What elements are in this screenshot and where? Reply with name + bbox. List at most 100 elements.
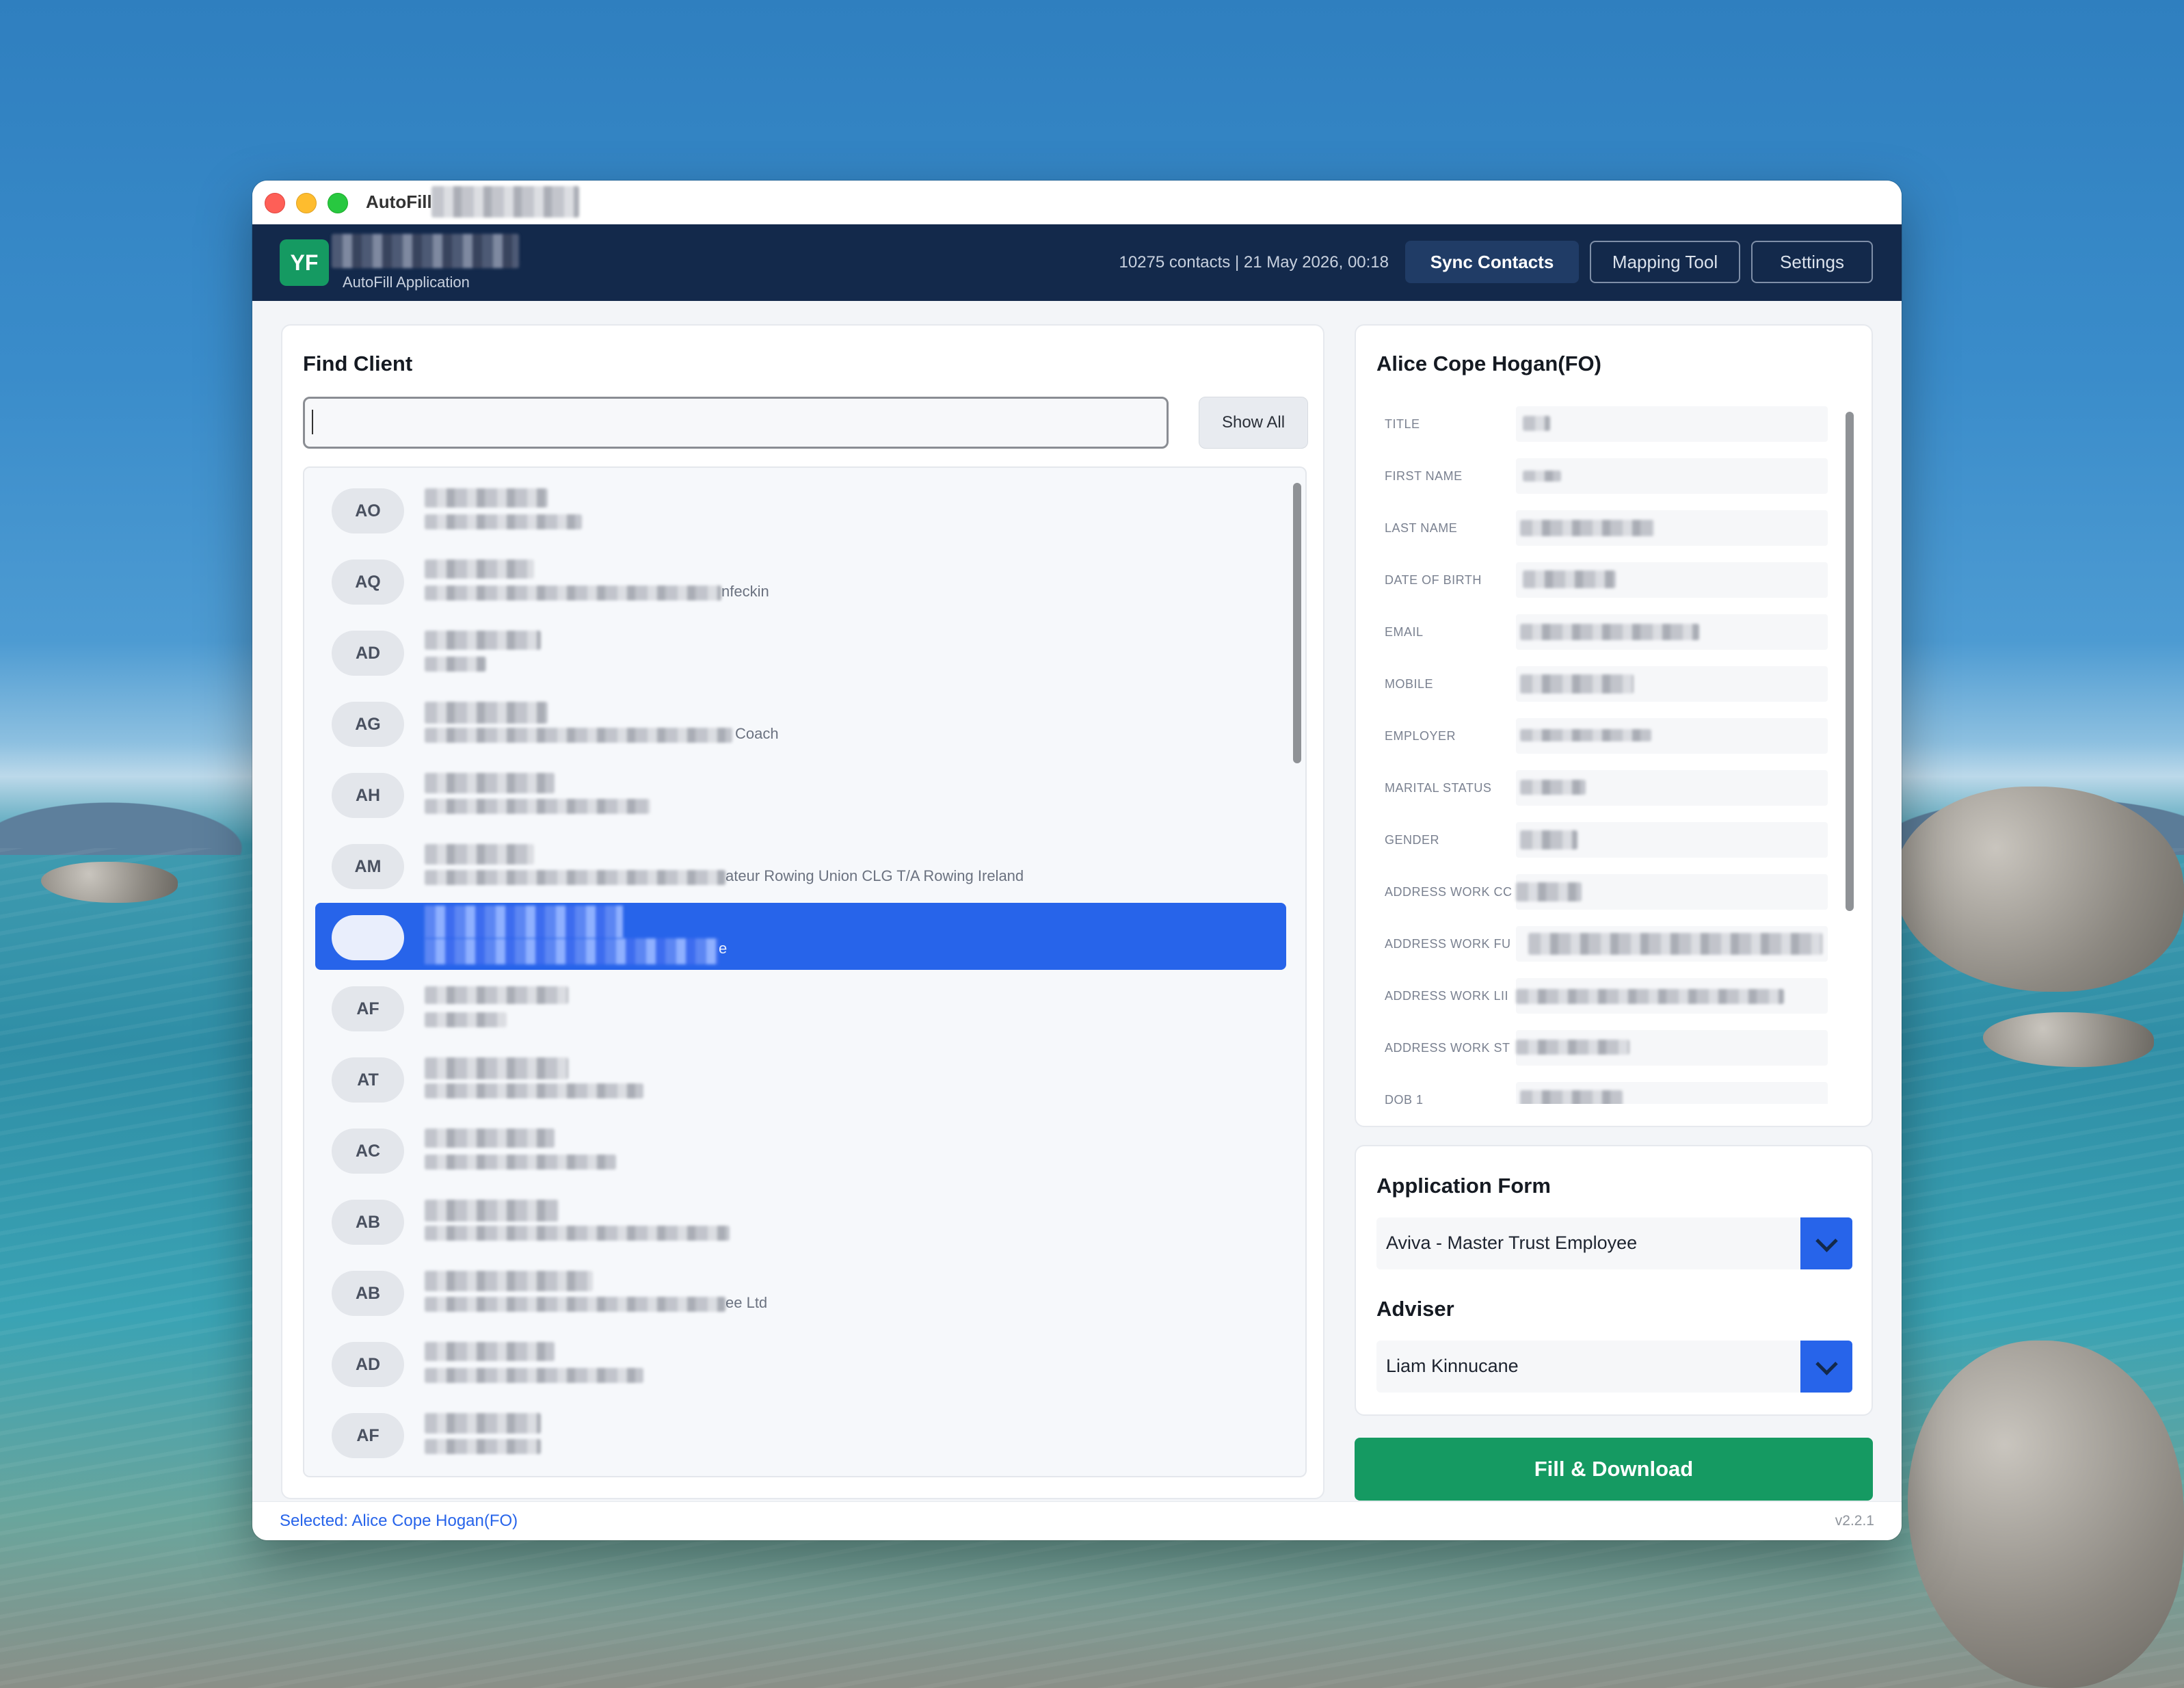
client-list[interactable]: AO AQ nfeckin AD AG Coach AH AM ateur Ro… [303, 466, 1307, 1477]
zoom-window-button[interactable] [328, 193, 348, 213]
list-item[interactable]: AB ee Ltd [315, 1258, 1286, 1326]
list-item-detail: ateur Rowing Union CLG T/A Rowing Irelan… [725, 867, 1024, 884]
details-scrollbar[interactable] [1846, 412, 1854, 911]
list-item-detail: nfeckin [721, 583, 769, 600]
field-date-of-birth: DATE OF BIRTH [1375, 555, 1837, 605]
list-item[interactable]: AD [315, 1330, 1286, 1397]
version-label: v2.2.1 [1835, 1513, 1874, 1529]
dropdown-button[interactable] [1800, 1217, 1852, 1269]
redacted-value [1520, 674, 1634, 694]
redacted-name [425, 844, 534, 865]
list-item[interactable]: AQ nfeckin [315, 547, 1286, 614]
redacted-name [425, 986, 568, 1004]
application-form-select[interactable]: Aviva - Master Trust Employee [1376, 1217, 1852, 1269]
adviser-select[interactable]: Liam Kinnucane [1376, 1341, 1852, 1393]
app-window: AutoFill YF AutoFill Application 10275 c… [252, 181, 1902, 1540]
dropdown-button[interactable] [1800, 1341, 1852, 1393]
field-value [1516, 666, 1828, 702]
app-header: YF AutoFill Application 10275 contacts |… [252, 224, 1902, 301]
minimize-window-button[interactable] [296, 193, 317, 213]
redacted-value [1523, 570, 1616, 588]
redacted-name [425, 631, 541, 650]
settings-button[interactable]: Settings [1751, 241, 1873, 283]
list-item[interactable]: AG Coach [315, 689, 1286, 756]
sync-contacts-button[interactable]: Sync Contacts [1405, 241, 1579, 283]
field-label: ADDRESS WORK CC [1385, 885, 1513, 899]
redacted-detail [425, 1155, 616, 1170]
field-label: MOBILE [1385, 677, 1434, 691]
redacted-detail [425, 585, 721, 601]
list-scrollbar[interactable] [1293, 483, 1301, 763]
status-bar: Selected: Alice Cope Hogan(FO) v2.2.1 [252, 1501, 1902, 1540]
field-label: EMAIL [1385, 625, 1424, 639]
avatar: AG [332, 702, 404, 747]
field-value [1516, 926, 1828, 962]
list-item[interactable]: AF [315, 1401, 1286, 1468]
mapping-tool-button[interactable]: Mapping Tool [1590, 241, 1740, 283]
avatar: AH [332, 773, 404, 818]
list-item-selected[interactable]: AH e [315, 903, 1286, 970]
find-client-panel: Find Client Show All AO AQ nfeckin AD AG… [281, 324, 1324, 1499]
title-bar: AutoFill [252, 181, 1902, 224]
list-item-detail: e [719, 940, 728, 957]
field-value [1516, 770, 1828, 806]
field-label: DATE OF BIRTH [1385, 573, 1482, 587]
redacted-value [1520, 729, 1651, 741]
redacted-name [425, 488, 548, 507]
list-item[interactable]: AH [315, 761, 1286, 828]
field-address-work-street: ADDRESS WORK ST [1375, 1023, 1837, 1072]
list-item[interactable]: AF [315, 974, 1286, 1041]
redacted-detail [425, 799, 650, 814]
list-item[interactable]: AT [315, 1045, 1286, 1112]
application-form-value: Aviva - Master Trust Employee [1386, 1232, 1638, 1253]
avatar: AM [332, 844, 404, 889]
avatar: AD [332, 631, 404, 676]
client-name-title: Alice Cope Hogan(FO) [1376, 352, 1601, 375]
field-label: EMPLOYER [1385, 729, 1456, 743]
redacted-name [425, 1200, 559, 1222]
fill-download-button[interactable]: Fill & Download [1355, 1438, 1873, 1501]
list-item[interactable]: AO [315, 476, 1286, 543]
field-label: TITLE [1385, 417, 1420, 431]
field-label: ADDRESS WORK FU [1385, 937, 1511, 951]
avatar: AF [332, 1413, 404, 1458]
field-value [1516, 562, 1828, 598]
search-input[interactable] [303, 397, 1169, 449]
list-item[interactable]: AM ateur Rowing Union CLG T/A Rowing Ire… [315, 832, 1286, 899]
field-gender: GENDER [1375, 815, 1837, 865]
list-item[interactable]: AB [315, 1187, 1286, 1254]
redacted-name [425, 1271, 593, 1291]
field-label: DOB 1 [1385, 1093, 1424, 1104]
field-address-work-county: ADDRESS WORK CC [1375, 867, 1837, 916]
app-subtitle: AutoFill Application [343, 274, 470, 291]
list-item-detail: Coach [735, 725, 779, 742]
field-label: MARITAL STATUS [1385, 781, 1492, 795]
redacted-value [1516, 882, 1582, 901]
application-form-title: Application Form [1376, 1174, 1551, 1198]
redacted-value [1520, 520, 1654, 536]
list-item[interactable]: AC [315, 1116, 1286, 1183]
field-value [1516, 406, 1828, 442]
redacted-value [1520, 780, 1586, 795]
list-item[interactable]: AD [315, 618, 1286, 685]
client-fields[interactable]: TITLE FIRST NAME LAST NAME DATE OF BIRTH… [1375, 399, 1837, 1104]
avatar: AT [332, 1057, 404, 1103]
application-panel: Application Form Aviva - Master Trust Em… [1355, 1145, 1873, 1416]
redacted-value [1516, 989, 1784, 1004]
field-label: GENDER [1385, 833, 1440, 847]
field-address-work-full: ADDRESS WORK FU [1375, 919, 1837, 968]
chevron-down-icon [1815, 1229, 1838, 1252]
avatar: AB [332, 1200, 404, 1245]
field-value [1516, 978, 1828, 1014]
main-content: Find Client Show All AO AQ nfeckin AD AG… [252, 301, 1902, 1502]
field-value [1516, 822, 1828, 858]
redacted-detail [425, 1368, 643, 1383]
redacted-detail [425, 1083, 643, 1098]
redacted-name [425, 702, 548, 724]
show-all-button[interactable]: Show All [1199, 397, 1308, 449]
client-details-panel: Alice Cope Hogan(FO) TITLE FIRST NAME LA… [1355, 324, 1873, 1127]
field-mobile: MOBILE [1375, 659, 1837, 709]
field-label: ADDRESS WORK ST [1385, 1041, 1510, 1055]
redacted-value [1520, 624, 1699, 640]
close-window-button[interactable] [265, 193, 285, 213]
